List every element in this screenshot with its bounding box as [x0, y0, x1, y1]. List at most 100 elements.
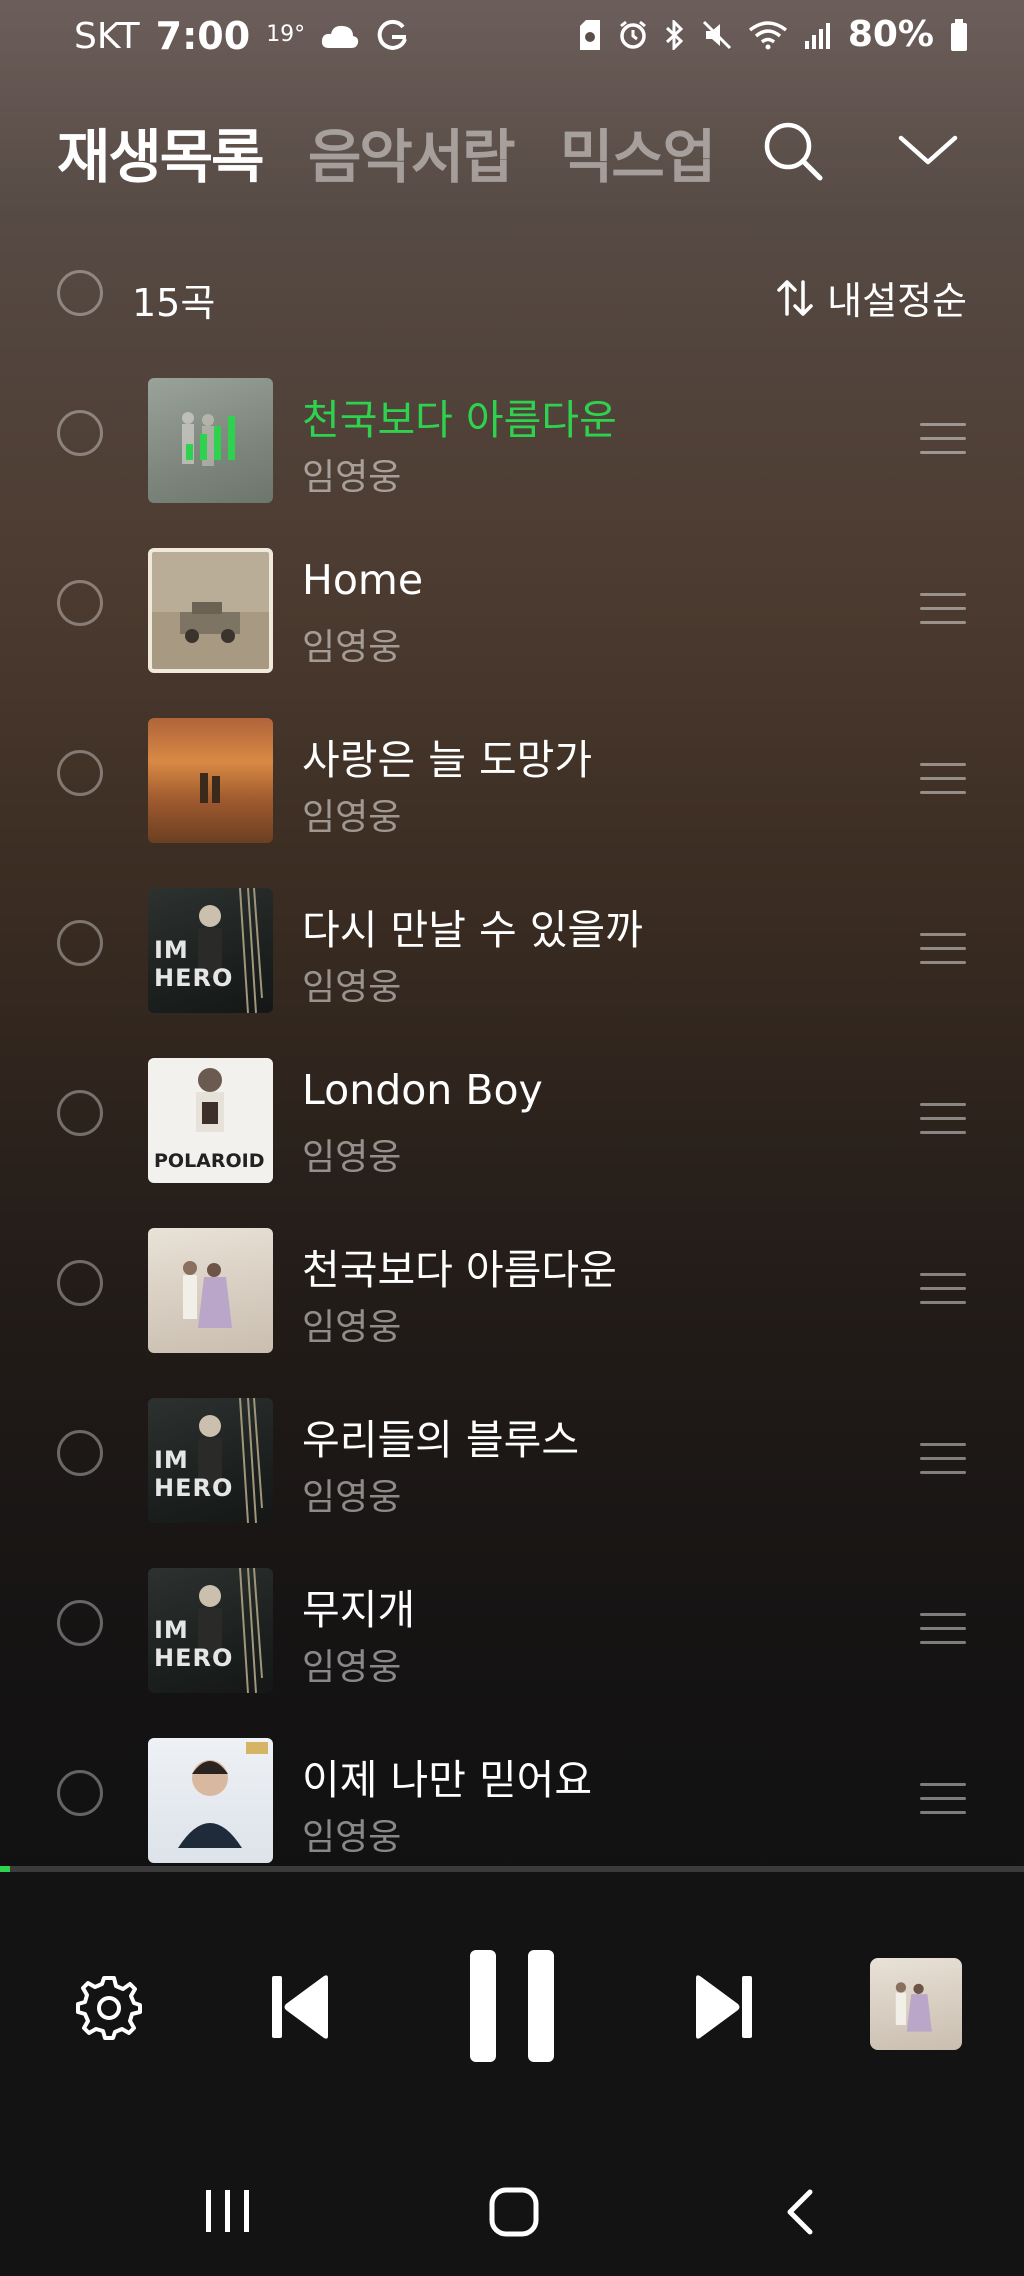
album-art [148, 378, 273, 503]
track-artist: 임영웅 [302, 967, 402, 1008]
recent-apps-icon[interactable] [204, 2188, 252, 2234]
track-artist: 임영웅 [302, 1647, 402, 1688]
equalizer-icon [186, 416, 235, 460]
weather-cloud-icon [322, 25, 359, 48]
track-row[interactable]: IM HERO 우리들의 블루스 임영웅 [0, 1368, 1024, 1538]
drag-handle-icon[interactable] [920, 933, 966, 969]
battery-icon [951, 18, 967, 51]
track-row[interactable]: IM HERO 무지개 임영웅 [0, 1538, 1024, 1708]
battery-percent: 80% [847, 14, 934, 55]
mute-icon [702, 20, 731, 49]
select-all-checkbox[interactable] [57, 270, 103, 316]
couple-art [895, 1982, 932, 2032]
track-checkbox[interactable] [57, 1090, 103, 1136]
pause-icon[interactable] [466, 1948, 558, 2064]
sunset-figures-art [200, 773, 220, 803]
track-checkbox[interactable] [57, 1770, 103, 1816]
sort-icon [777, 279, 813, 316]
drag-handle-icon[interactable] [920, 1783, 966, 1819]
sort-button[interactable]: 내설정순 [775, 270, 967, 325]
track-title: 천국보다 아름다운 [302, 1246, 617, 1294]
track-title: 천국보다 아름다운 [302, 396, 617, 444]
track-title: Home [302, 556, 424, 604]
drag-handle-icon[interactable] [920, 1613, 966, 1649]
album-art-text: IM HERO [154, 936, 234, 992]
track-title: 사랑은 늘 도망가 [302, 736, 593, 784]
jeep-art [152, 552, 269, 669]
album-art [148, 1228, 273, 1353]
home-icon[interactable] [488, 2186, 540, 2238]
portrait-art [178, 1742, 268, 1848]
album-art [148, 1738, 273, 1863]
settings-icon[interactable] [74, 1974, 142, 2042]
track-artist: 임영웅 [302, 1817, 402, 1858]
tab-mixup[interactable]: 믹스업 [560, 110, 716, 194]
track-row[interactable]: 이제 나만 믿어요 임영웅 [0, 1708, 1024, 1878]
drag-handle-icon[interactable] [920, 593, 966, 629]
next-icon[interactable] [692, 1972, 754, 2042]
drag-handle-icon[interactable] [920, 763, 966, 799]
album-art: IM HERO [148, 888, 273, 1013]
track-row[interactable]: IM HERO 다시 만날 수 있을까 임영웅 [0, 858, 1024, 1028]
track-row[interactable]: POLAROID London Boy 임영웅 [0, 1028, 1024, 1198]
track-title: 무지개 [302, 1586, 416, 1634]
track-checkbox[interactable] [57, 1430, 103, 1476]
signal-icon [804, 22, 830, 49]
drag-handle-icon[interactable] [920, 423, 966, 459]
album-art [148, 548, 273, 673]
temperature: 19° [266, 21, 306, 47]
track-artist: 임영웅 [302, 1137, 402, 1178]
track-row[interactable]: Home 임영웅 [0, 518, 1024, 688]
sort-label: 내설정순 [827, 279, 967, 323]
status-bar: SKT 7:00 19° 80% [0, 0, 1024, 70]
track-checkbox[interactable] [57, 750, 103, 796]
track-checkbox[interactable] [57, 1260, 103, 1306]
bluetooth-icon [665, 19, 683, 50]
now-playing-album-art[interactable] [870, 1958, 962, 2050]
status-right: 80% [578, 14, 968, 55]
sim-icon [579, 19, 600, 50]
alarm-icon [619, 20, 646, 49]
system-nav-bar [0, 2132, 1024, 2276]
track-row[interactable]: 천국보다 아름다운 임영웅 [0, 1198, 1024, 1368]
album-art-text: IM HERO [154, 1616, 234, 1672]
header-tabs: 재생목록 음악서랍 믹스업 [0, 110, 1024, 191]
track-count: 15곡 [132, 281, 216, 325]
track-row[interactable]: 사랑은 늘 도망가 임영웅 [0, 688, 1024, 858]
track-checkbox[interactable] [57, 920, 103, 966]
track-artist: 임영웅 [302, 1307, 402, 1348]
list-header: 15곡 내설정순 [0, 262, 1024, 326]
track-artist: 임영웅 [302, 1477, 402, 1518]
track-row[interactable]: 천국보다 아름다운 임영웅 [0, 348, 1024, 518]
tab-playlist[interactable]: 재생목록 [57, 110, 264, 194]
previous-icon[interactable] [270, 1972, 332, 2042]
album-art: POLAROID [148, 1058, 273, 1183]
track-checkbox[interactable] [57, 410, 103, 456]
drag-handle-icon[interactable] [920, 1443, 966, 1479]
track-title: 다시 만날 수 있을까 [302, 906, 643, 954]
album-art: IM HERO [148, 1398, 273, 1523]
track-title: London Boy [302, 1066, 543, 1114]
drag-handle-icon[interactable] [920, 1273, 966, 1309]
player-controls [0, 1872, 1024, 2132]
track-title: 우리들의 블루스 [302, 1416, 580, 1464]
g-app-icon [377, 19, 408, 50]
track-artist: 임영웅 [302, 627, 402, 668]
track-checkbox[interactable] [57, 1600, 103, 1646]
album-art: IM HERO [148, 1568, 273, 1693]
album-art-text: POLAROID [154, 1150, 265, 1172]
chevron-down-icon[interactable] [893, 116, 963, 186]
tab-music-drawer[interactable]: 음악서랍 [308, 110, 515, 194]
search-icon[interactable] [758, 116, 828, 186]
status-left: SKT 7:00 19° [74, 14, 409, 58]
track-artist: 임영웅 [302, 457, 402, 498]
back-icon[interactable] [782, 2188, 818, 2236]
couple-art [183, 1261, 232, 1328]
drag-handle-icon[interactable] [920, 1103, 966, 1139]
album-art [148, 718, 273, 843]
track-artist: 임영웅 [302, 797, 402, 838]
carrier-label: SKT [74, 15, 140, 57]
track-title: 이제 나만 믿어요 [302, 1756, 593, 1804]
album-art-text: IM HERO [154, 1446, 234, 1502]
track-checkbox[interactable] [57, 580, 103, 626]
